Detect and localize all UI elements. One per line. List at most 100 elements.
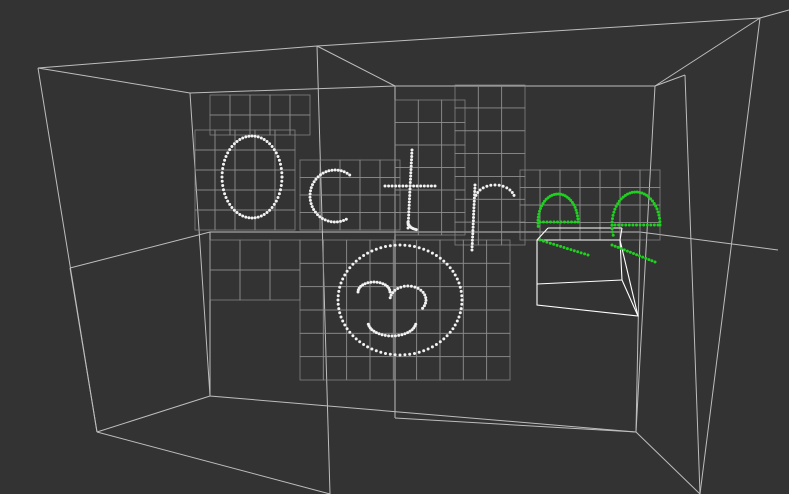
smiley-point	[459, 307, 463, 311]
glyph-point	[409, 174, 413, 178]
glyph-point	[408, 181, 412, 184]
smiley-point	[421, 290, 425, 294]
glyph-point	[481, 186, 485, 190]
glyph-point	[645, 223, 649, 227]
glyph-point	[408, 194, 412, 197]
glyph-point	[311, 183, 314, 187]
smiley-point	[374, 349, 378, 353]
glyph-point	[232, 142, 236, 146]
smiley-point	[369, 280, 373, 284]
glyph-point	[575, 211, 579, 215]
glyph-point	[419, 184, 423, 188]
glyph-point	[556, 220, 559, 224]
glyph-point	[622, 248, 626, 252]
glyph-point	[235, 211, 239, 214]
glyph-point	[310, 205, 314, 209]
glyph-point	[628, 250, 632, 254]
glyph-point	[276, 155, 280, 158]
glyph-point	[326, 219, 330, 223]
glyph-point	[542, 220, 545, 224]
glyph-point	[256, 135, 260, 139]
glyph-point	[471, 229, 475, 232]
glyph-point	[232, 208, 236, 212]
glyph-point	[545, 220, 549, 224]
octree-scene[interactable]	[0, 0, 789, 494]
glyph-point	[559, 220, 563, 224]
glyph-point	[652, 223, 656, 227]
glyph-point	[610, 227, 614, 231]
glyph-point	[387, 184, 391, 188]
smiley-point	[383, 333, 387, 337]
glyph-point	[409, 171, 413, 175]
smiley-point	[426, 249, 430, 253]
smiley-point	[457, 281, 461, 285]
glyph-point	[256, 215, 260, 219]
smiley-point	[387, 334, 391, 338]
glyph-point	[611, 213, 615, 217]
smiley-point	[455, 277, 459, 281]
smiley-point	[458, 285, 462, 289]
smiley-point	[408, 352, 412, 356]
glyph-point	[265, 140, 269, 143]
smiley-point	[419, 288, 423, 292]
smiley-point	[406, 284, 410, 288]
glyph-point	[250, 216, 254, 220]
glyph-point	[471, 222, 475, 226]
glyph-point	[280, 179, 284, 183]
glyph-point	[611, 233, 615, 237]
glyph-point	[259, 214, 263, 218]
glyph-point	[241, 214, 245, 218]
glyph-point	[471, 225, 475, 229]
glyph-point	[238, 138, 242, 141]
smiley-point	[403, 353, 407, 357]
smiley-point	[442, 259, 446, 263]
glyph-point	[536, 224, 540, 228]
glyph-point	[536, 221, 540, 225]
glyph-point	[224, 196, 228, 199]
glyph-point	[401, 184, 405, 188]
smiley-point	[391, 291, 395, 295]
glyph-point	[655, 207, 659, 211]
smiley-point	[375, 280, 379, 284]
glyph-point	[394, 184, 398, 188]
glyph-point	[549, 220, 552, 224]
glyph-point	[565, 247, 569, 251]
smiley-point	[434, 343, 438, 346]
smiley-point	[362, 254, 366, 257]
smiley-point	[380, 333, 384, 337]
smiley-point	[372, 280, 376, 284]
smiley-point	[388, 244, 392, 248]
smiley-point	[438, 340, 442, 344]
3d-viewport[interactable]	[0, 0, 789, 494]
smiley-point	[389, 293, 393, 297]
smiley-point	[434, 254, 438, 257]
glyph-point	[410, 148, 414, 152]
glyph-point	[238, 213, 242, 216]
glyph-point	[612, 210, 616, 214]
smiley-point	[366, 345, 370, 349]
smiley-point	[354, 259, 358, 263]
glyph-point	[476, 191, 480, 194]
smiley-point	[430, 345, 434, 349]
glyph-point	[586, 253, 590, 257]
smiley-point	[351, 334, 355, 338]
glyph-point	[570, 220, 573, 224]
smiley-point	[348, 330, 352, 334]
glyph-point	[397, 184, 401, 188]
glyph-point	[651, 199, 654, 203]
glyph-point	[619, 247, 623, 251]
glyph-point	[632, 252, 635, 255]
glyph-point	[471, 235, 475, 239]
smiley-point	[341, 319, 345, 323]
smiley-point	[453, 323, 457, 327]
glyph-point	[407, 210, 411, 214]
glyph-point	[250, 134, 254, 138]
glyph-point	[410, 151, 414, 155]
smiley-point	[398, 353, 402, 357]
glyph-point	[548, 241, 552, 245]
glyph-point	[631, 223, 635, 227]
glyph-point	[318, 215, 322, 219]
smiley-point	[448, 330, 452, 334]
glyph-point	[652, 202, 656, 205]
smiley-point	[445, 334, 449, 338]
